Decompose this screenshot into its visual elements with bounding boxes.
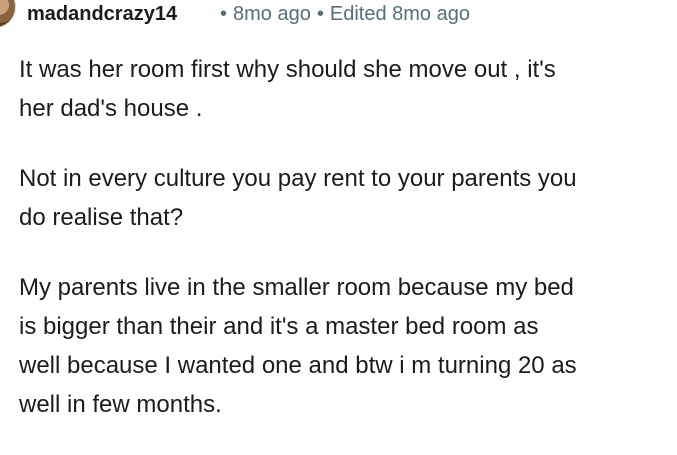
comment-paragraph: Not in every culture you pay rent to you… [19, 165, 577, 231]
edited-label: Edited 8mo ago [329, 3, 470, 25]
comment-body: It was her room first why should she mov… [19, 50, 677, 455]
comment: madandcrazy14 • 8mo ago • Edited 8mo ago It… [0, 0, 677, 432]
username-link[interactable]: madandcrazy14 [27, 3, 177, 26]
meta-separator: • [220, 3, 228, 25]
comment-meta: • 8mo ago • Edited 8mo ago [220, 3, 470, 26]
comment-paragraph: It was her room first why should she mov… [19, 56, 556, 122]
comment-paragraph: My parents live in the smaller room beca… [19, 274, 577, 418]
meta-separator: • [316, 3, 324, 25]
comment-timestamp[interactable]: 8mo ago [233, 3, 311, 25]
user-avatar[interactable] [0, 0, 16, 28]
comment-header: madandcrazy14 • 8mo ago • Edited 8mo ago [0, 0, 677, 30]
